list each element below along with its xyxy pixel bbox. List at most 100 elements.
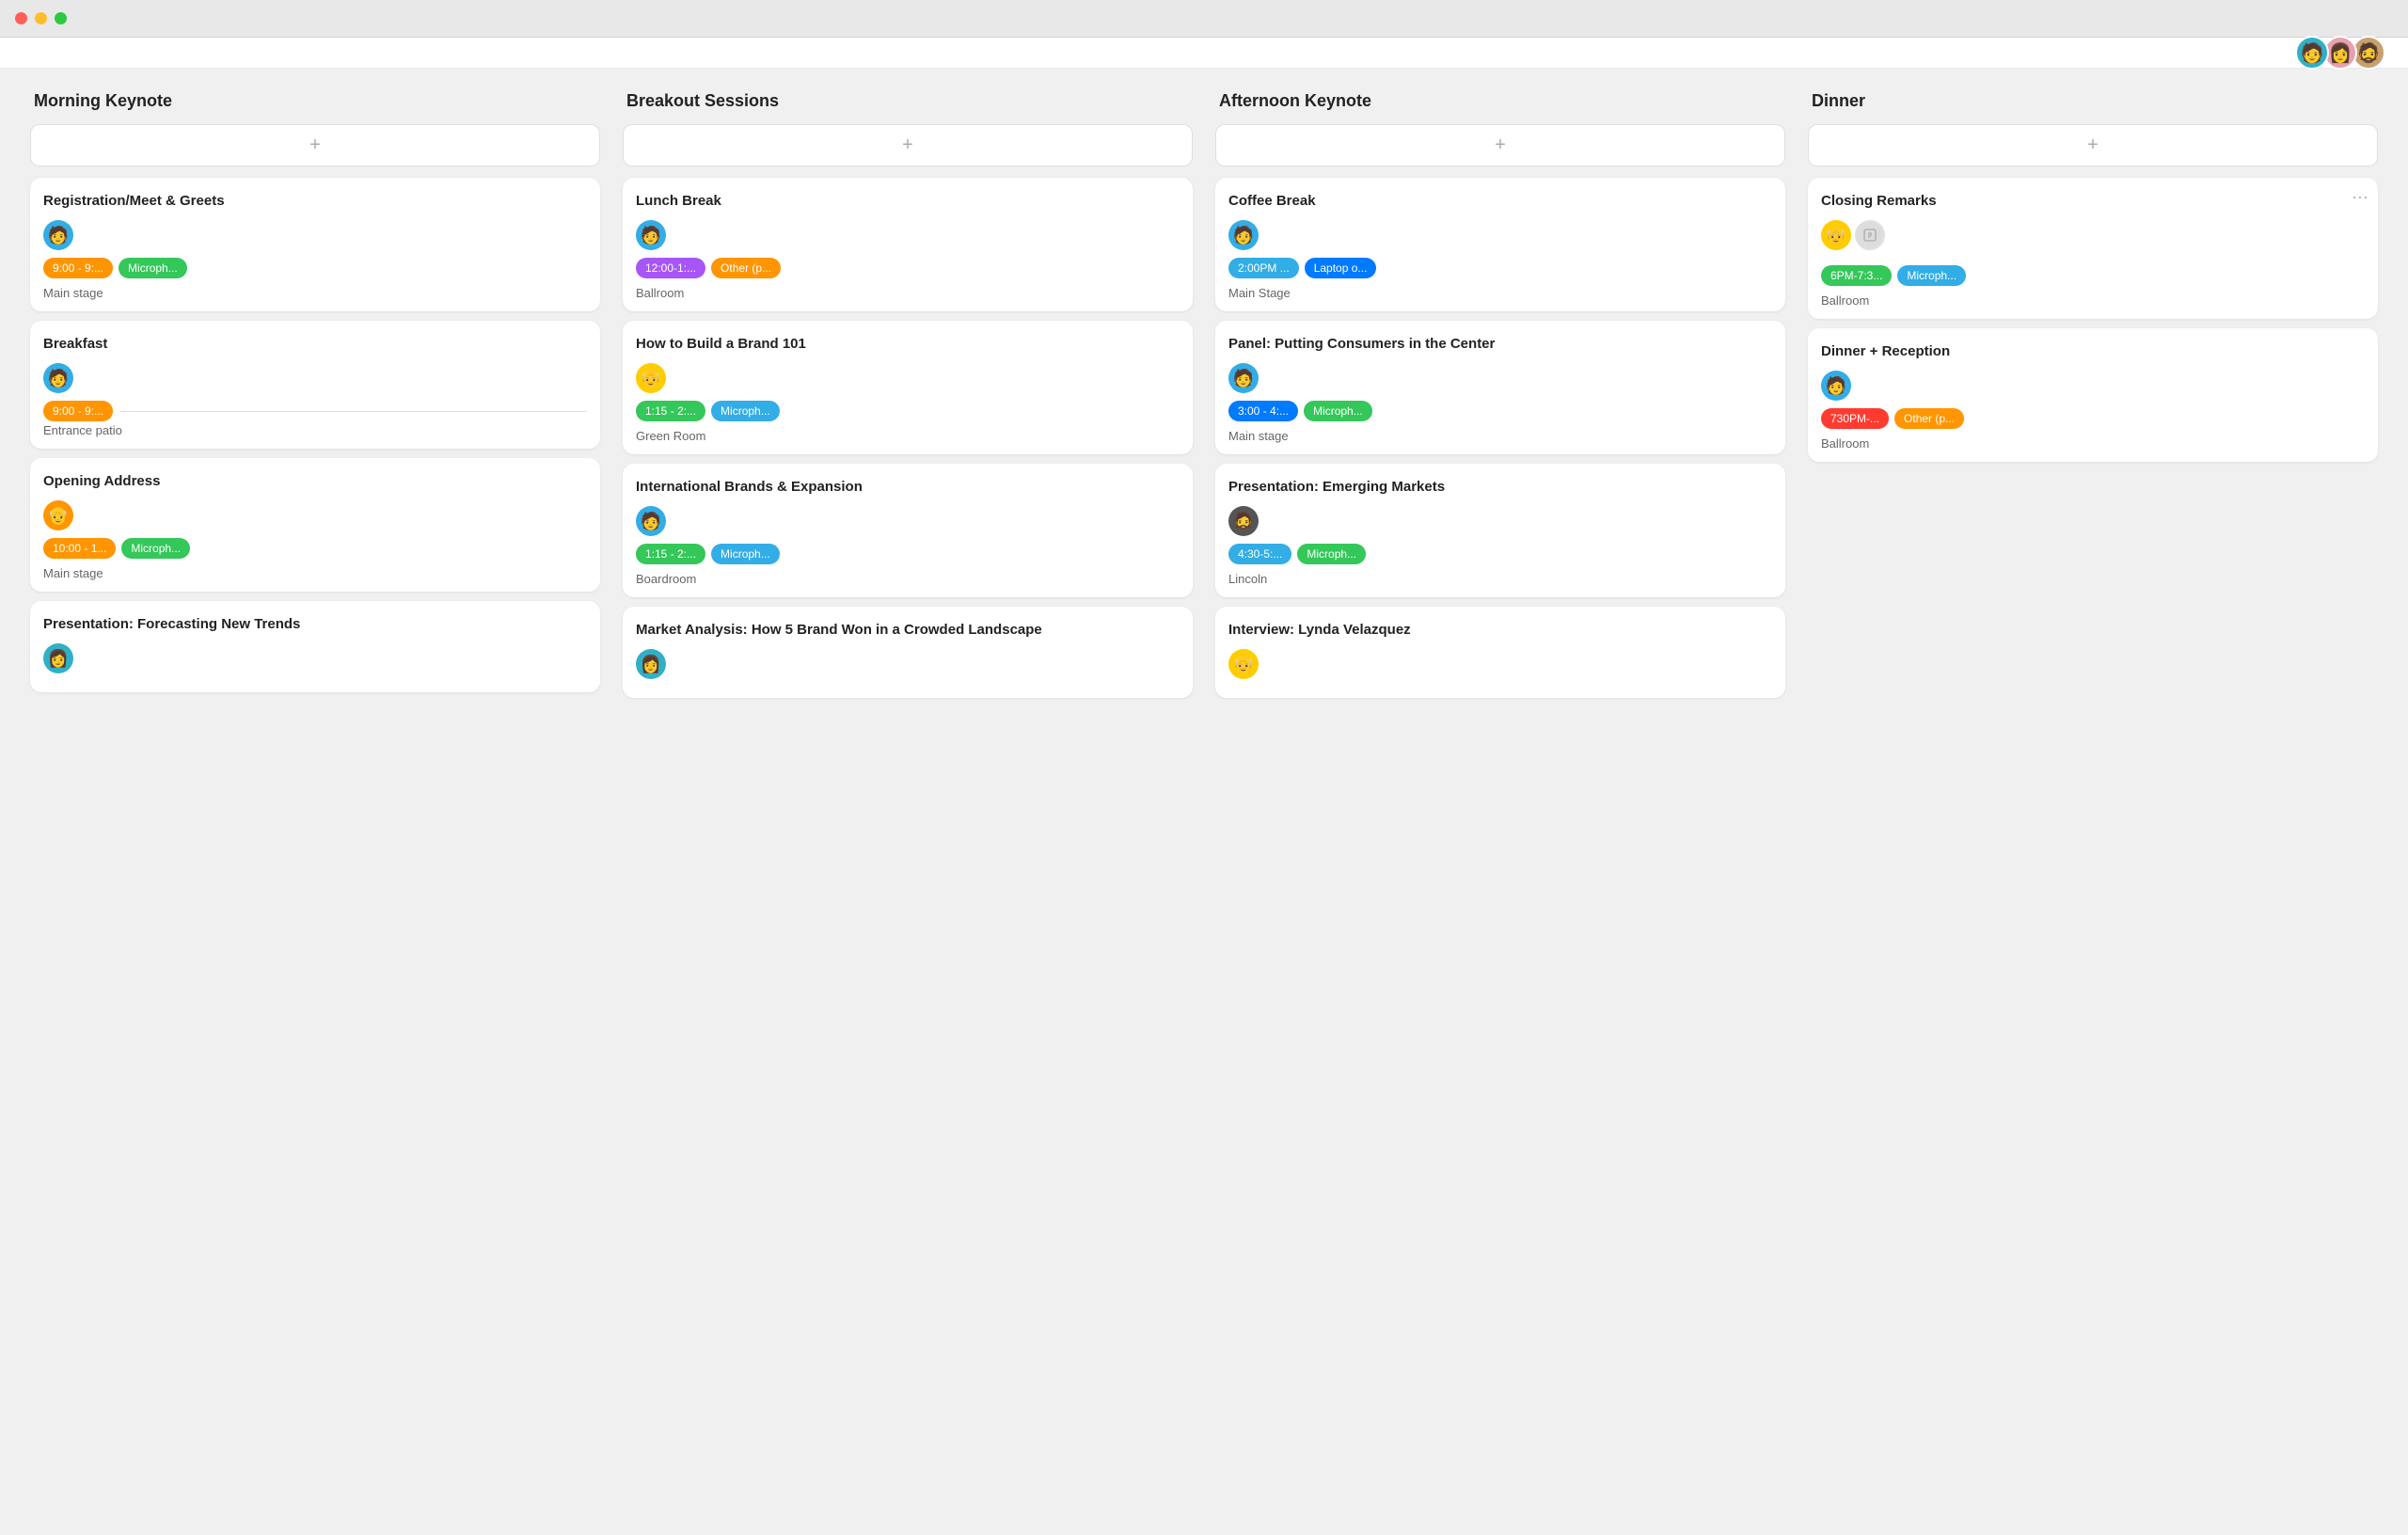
- card-location: Ballroom: [1821, 436, 2365, 451]
- column-header-morning-keynote: Morning Keynote: [30, 91, 600, 111]
- card-title: Closing Remarks: [1821, 191, 2365, 211]
- card-tag: Microph...: [711, 544, 780, 564]
- card-card-lunch[interactable]: Lunch Break 🧑 12:00-1:... Other (p... Ballro…: [623, 178, 1193, 311]
- card-title: Presentation: Emerging Markets: [1228, 477, 1772, 497]
- card-tag: Microph...: [1297, 544, 1366, 564]
- card-tags: 4:30-5:... Microph...: [1228, 544, 1772, 564]
- card-avatar-secondary: [1855, 220, 1885, 250]
- card-card-emerging[interactable]: Presentation: Emerging Markets 🧔 4:30-5:..…: [1215, 464, 1785, 597]
- card-tag: 1:15 - 2:...: [636, 544, 705, 564]
- card-tags: 6PM-7:3...Microph...: [1821, 265, 2365, 286]
- card-avatar: 🧑: [1228, 220, 1259, 250]
- card-avatar: 👴: [1821, 220, 1851, 250]
- card-avatar: 🧑: [636, 220, 666, 250]
- card-tag: Microph...: [711, 401, 780, 421]
- card-avatar: 👴: [1228, 649, 1259, 679]
- column-header-afternoon-keynote: Afternoon Keynote: [1215, 91, 1785, 111]
- minimize-button[interactable]: [35, 12, 47, 24]
- card-location: Green Room: [636, 429, 1180, 443]
- maximize-button[interactable]: [55, 12, 67, 24]
- close-button[interactable]: [15, 12, 27, 24]
- card-card-panel[interactable]: Panel: Putting Consumers in the Center 🧑 3…: [1215, 321, 1785, 454]
- app-header: 🧑 👩 🧔: [0, 38, 2408, 69]
- card-tag: 12:00-1:...: [636, 258, 705, 278]
- card-tag: 4:30-5:...: [1228, 544, 1291, 564]
- add-card-button-dinner[interactable]: +: [1808, 124, 2378, 166]
- card-tag: 6PM-7:3...: [1821, 265, 1892, 286]
- card-location: Main stage: [43, 286, 587, 300]
- card-card-international[interactable]: International Brands & Expansion 🧑 1:15 - …: [623, 464, 1193, 597]
- card-tag: 2:00PM ...: [1228, 258, 1299, 278]
- card-tag: 1:15 - 2:...: [636, 401, 705, 421]
- card-avatar: 👴: [636, 363, 666, 393]
- card-title: Registration/Meet & Greets: [43, 191, 587, 211]
- card-card-breakfast[interactable]: Breakfast🧑9:00 - 9:...Entrance patio: [30, 321, 600, 449]
- card-tag: Microph...: [121, 538, 190, 559]
- card-card-registration[interactable]: Registration/Meet & Greets 🧑 9:00 - 9:... M…: [30, 178, 600, 311]
- card-tag: 9:00 - 9:...: [43, 258, 113, 278]
- card-avatar: 🧑: [43, 220, 73, 250]
- add-card-button-breakout-sessions[interactable]: +: [623, 124, 1193, 166]
- card-tag: Other (p...: [711, 258, 781, 278]
- column-dinner: Dinner + ···Closing Remarks 👴 6PM-7:3...Micr…: [1797, 91, 2389, 1487]
- card-divider: 9:00 - 9:...: [43, 401, 587, 421]
- card-tags: 1:15 - 2:... Microph...: [636, 401, 1180, 421]
- card-title: Breakfast: [43, 334, 587, 354]
- card-title: Market Analysis: How 5 Brand Won in a Cr…: [636, 620, 1180, 640]
- card-avatar: 🧑: [1821, 371, 1851, 401]
- card-location: Ballroom: [1821, 293, 2365, 308]
- card-tag: Microph...: [119, 258, 187, 278]
- card-card-interview[interactable]: Interview: Lynda Velazquez 👴: [1215, 607, 1785, 698]
- card-tag: Microph...: [1304, 401, 1372, 421]
- card-avatar: 🧑: [636, 506, 666, 536]
- card-title: International Brands & Expansion: [636, 477, 1180, 497]
- divider-line: [120, 411, 587, 412]
- card-location: Main stage: [43, 566, 587, 580]
- card-avatar: 🧑: [1228, 363, 1259, 393]
- card-title: Coffee Break: [1228, 191, 1772, 211]
- card-card-forecasting[interactable]: Presentation: Forecasting New Trends 👩: [30, 601, 600, 692]
- card-location: Ballroom: [636, 286, 1180, 300]
- card-title: Opening Address: [43, 471, 587, 491]
- card-avatar: 👩: [636, 649, 666, 679]
- column-afternoon-keynote: Afternoon Keynote + Coffee Break 🧑 2:00PM ..…: [1204, 91, 1797, 1487]
- card-tags: 12:00-1:... Other (p...: [636, 258, 1180, 278]
- card-tag: 3:00 - 4:...: [1228, 401, 1298, 421]
- column-header-dinner: Dinner: [1808, 91, 2378, 111]
- card-avatar: 👩: [43, 643, 73, 673]
- avatar[interactable]: 🧑: [2295, 36, 2329, 70]
- add-card-button-afternoon-keynote[interactable]: +: [1215, 124, 1785, 166]
- card-tags: 9:00 - 9:... Microph...: [43, 258, 587, 278]
- card-title: Interview: Lynda Velazquez: [1228, 620, 1772, 640]
- card-card-dinner[interactable]: Dinner + Reception🧑730PM-...Other (p...B…: [1808, 328, 2378, 462]
- column-breakout-sessions: Breakout Sessions + Lunch Break 🧑 12:00-1:..…: [611, 91, 1204, 1487]
- card-tag: 10:00 - 1...: [43, 538, 116, 559]
- add-card-button-morning-keynote[interactable]: +: [30, 124, 600, 166]
- card-card-closing[interactable]: ···Closing Remarks 👴 6PM-7:3...Microph... B…: [1808, 178, 2378, 319]
- card-title: Dinner + Reception: [1821, 341, 2365, 361]
- column-morning-keynote: Morning Keynote + Registration/Meet & Gree…: [19, 91, 611, 1487]
- card-location: Boardroom: [636, 572, 1180, 586]
- card-tags: 2:00PM ... Laptop o...: [1228, 258, 1772, 278]
- card-title: Presentation: Forecasting New Trends: [43, 614, 587, 634]
- card-tag: Microph...: [1897, 265, 1966, 286]
- card-card-opening[interactable]: Opening Address 👴 10:00 - 1...Microph... Ma…: [30, 458, 600, 592]
- column-header-breakout-sessions: Breakout Sessions: [623, 91, 1193, 111]
- card-title: Lunch Break: [636, 191, 1180, 211]
- card-avatar: 🧔: [1228, 506, 1259, 536]
- card-card-market-analysis[interactable]: Market Analysis: How 5 Brand Won in a Cr…: [623, 607, 1193, 698]
- card-avatar: 🧑: [43, 363, 73, 393]
- card-title: Panel: Putting Consumers in the Center: [1228, 334, 1772, 354]
- card-tag: Laptop o...: [1305, 258, 1377, 278]
- card-more-button[interactable]: ···: [2352, 187, 2368, 207]
- card-card-brand101[interactable]: How to Build a Brand 101👴1:15 - 2:...Mic…: [623, 321, 1193, 454]
- board: Morning Keynote + Registration/Meet & Gree…: [0, 69, 2408, 1510]
- user-avatars: 🧑 👩 🧔: [2295, 36, 2385, 70]
- titlebar: [0, 0, 2408, 38]
- card-tags: 10:00 - 1...Microph...: [43, 538, 587, 559]
- card-tags: 3:00 - 4:... Microph...: [1228, 401, 1772, 421]
- card-tags: 1:15 - 2:... Microph...: [636, 544, 1180, 564]
- card-avatar: 👴: [43, 500, 73, 530]
- card-card-coffee[interactable]: Coffee Break🧑2:00PM ...Laptop o...Main S…: [1215, 178, 1785, 311]
- card-tag: 730PM-...: [1821, 408, 1889, 429]
